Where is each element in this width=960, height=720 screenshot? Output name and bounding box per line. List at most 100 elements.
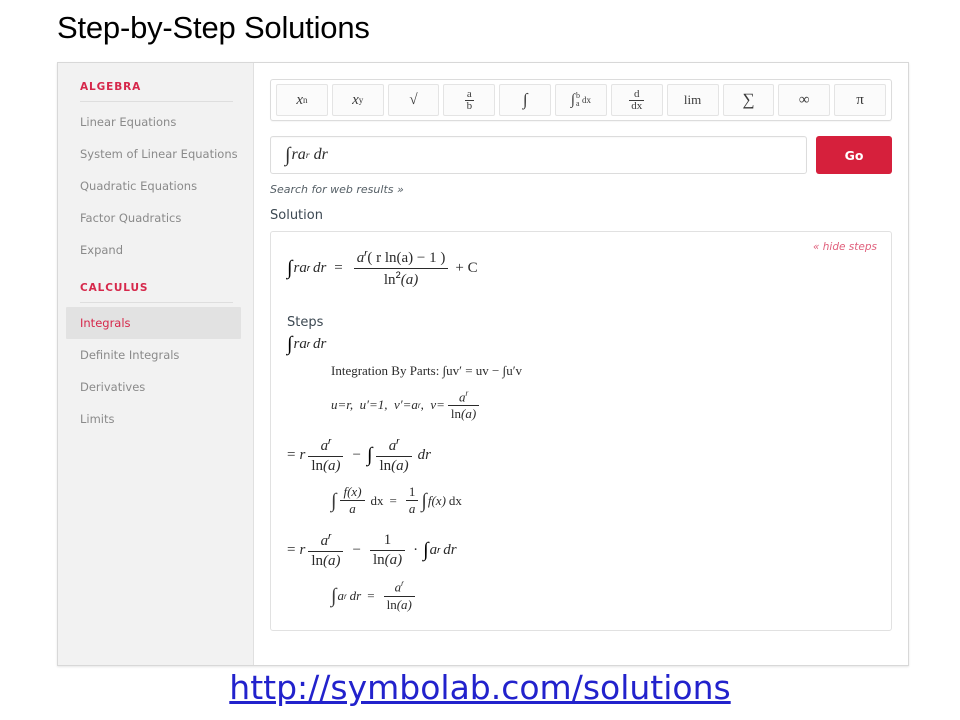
sidebar-item-expand[interactable]: Expand	[58, 234, 253, 266]
integral-glyph: ∫	[287, 333, 293, 356]
solution-panel: « hide steps ∫ ra r dr = ar( r ln(a) − 1 …	[270, 231, 892, 631]
term-exponent: r	[343, 591, 347, 601]
one-over-a: 1 a	[405, 484, 419, 517]
search-web-results-link[interactable]: Search for web results »	[270, 183, 892, 196]
integral-glyph: ∫	[366, 444, 373, 467]
sidebar-item-integrals[interactable]: Integrals	[66, 307, 241, 339]
frac-r: r	[446, 627, 449, 630]
source-url-link[interactable]: http://symbolab.com/solutions	[0, 668, 960, 707]
term-r: r	[299, 446, 306, 463]
integral-glyph: ∫	[331, 585, 337, 607]
sidebar-item-limits[interactable]: Limits	[58, 403, 253, 435]
page-title: Step-by-Step Solutions	[57, 10, 370, 45]
integral-glyph: ∫	[423, 539, 429, 561]
step-after-parts: = r ar ln(a) − ∫ ar ln(a) dr	[287, 436, 877, 475]
solution-result: ∫ ra r dr = ar( r ln(a) − 1 ) ln2(a) + C	[287, 248, 877, 289]
square-root-icon[interactable]: √	[387, 84, 440, 116]
steps-heading: Steps	[287, 314, 324, 330]
main-content: xn xy √ a b ∫ ∫ b a dx d dx lim ∑ ∞ π ∫ …	[254, 63, 908, 665]
slide: Step-by-Step Solutions ALGEBRA Linear Eq…	[0, 0, 960, 720]
search-expression-base: ra	[291, 146, 306, 163]
sidebar-item-factor-quadratics[interactable]: Factor Quadratics	[58, 202, 253, 234]
frac-r: r	[396, 436, 400, 447]
subscript-n-label: n	[302, 95, 308, 105]
a-over-ln-a: ar ln(a)	[308, 627, 343, 630]
integral-glyph: ∫	[421, 489, 427, 512]
result-denominator: ln2(a)	[354, 269, 449, 289]
one-over-ln-a: 1 ln(a)	[370, 628, 405, 630]
frac-a: a	[321, 629, 329, 630]
frac-arg-a: a	[389, 551, 398, 568]
sidebar-item-system-of-linear-equations[interactable]: System of Linear Equations	[58, 138, 253, 170]
equals-sign: =	[389, 492, 397, 508]
search-expression-differential: dr	[313, 146, 328, 163]
infinity-glyph: ∞	[798, 91, 810, 108]
step-note-constant-multiple: ∫ f(x) a dx = 1 a ∫ f(x) dx	[331, 484, 877, 517]
pi-key[interactable]: π	[834, 84, 886, 116]
frac-ln: ln	[379, 457, 392, 474]
frac-ln: ln	[372, 551, 385, 568]
derivative-key[interactable]: d dx	[610, 84, 663, 116]
result-plus-c: + C	[455, 259, 478, 276]
result-den-ln: ln	[383, 271, 396, 288]
subscript-key[interactable]: xn	[276, 84, 328, 116]
integral-glyph: ∫	[522, 90, 528, 109]
step-substituted: = r ar ln(a) − 1 ln(a) · ar ln(a)	[287, 627, 877, 630]
frac-a: a	[349, 501, 356, 517]
sidebar-item-quadratic-equations[interactable]: Quadratic Equations	[58, 170, 253, 202]
fx-term: f(x)	[427, 492, 446, 508]
integral-glyph: ∫	[331, 489, 337, 512]
term-exponent: r	[437, 545, 441, 555]
step-note-uv-assignments: u=r, u′=1, v′=a r, v= ar ln(a)	[331, 389, 877, 422]
sidebar-heading-calculus: CALCULUS	[80, 282, 149, 294]
search-input[interactable]: ∫ ra r dr	[270, 136, 807, 174]
sidebar-item-derivatives[interactable]: Derivatives	[58, 371, 253, 403]
a-over-ln-a: ar ln(a)	[383, 579, 415, 612]
integral-lower-limit: a	[576, 99, 580, 108]
fx-over-a: f(x) a	[340, 484, 365, 517]
sidebar-item-definite-integrals[interactable]: Definite Integrals	[58, 339, 253, 371]
sidebar-heading-algebra: ALGEBRA	[80, 81, 142, 93]
differential-dx: dx	[370, 492, 384, 508]
sum-glyph: ∑	[742, 90, 755, 109]
v-fraction: ar ln(a)	[447, 389, 480, 422]
sidebar-item-linear-equations[interactable]: Linear Equations	[58, 106, 253, 138]
definite-integral-key[interactable]: ∫ b a dx	[555, 84, 607, 116]
symbolab-screenshot: ALGEBRA Linear Equations System of Linea…	[57, 62, 909, 666]
frac-a: a	[320, 532, 329, 549]
step-body: ra	[293, 335, 307, 352]
hide-steps-link[interactable]: « hide steps	[813, 241, 877, 253]
dot-operator: ·	[413, 541, 419, 558]
result-num-rest: ( r ln(a) − 1 )	[367, 250, 446, 266]
pi-glyph: π	[856, 91, 864, 108]
minus-sign: −	[352, 446, 361, 463]
frac-ln: ln	[450, 406, 462, 422]
step-original-integral: ∫ ra r dr	[287, 333, 877, 356]
step-note-integration-by-parts: Integration By Parts: ∫uv′ = uv − ∫u′v	[331, 363, 877, 379]
fraction-key[interactable]: a b	[443, 84, 496, 116]
go-button[interactable]: Go	[816, 136, 892, 174]
step-differential: dr	[312, 335, 327, 352]
fraction-denominator: b	[466, 99, 473, 112]
sidebar-divider	[80, 302, 233, 303]
power-key[interactable]: xy	[331, 84, 384, 116]
limit-key[interactable]: lim	[666, 84, 719, 116]
frac-a: a	[408, 501, 416, 517]
a-over-ln-a: ar ln(a)	[376, 436, 412, 475]
infinity-key[interactable]: ∞	[778, 84, 831, 116]
a-over-ln-a: ar ln(a)	[426, 627, 461, 630]
integral-key[interactable]: ∫	[499, 84, 552, 116]
step-note-exponential-integral: ∫ ar dr = ar ln(a)	[331, 579, 877, 612]
limit-label: lim	[683, 92, 702, 107]
sqrt-glyph: √	[409, 91, 418, 108]
search-expression-exponent: r	[305, 149, 310, 161]
equals-sign: =	[334, 259, 343, 276]
minus-sign: −	[352, 541, 361, 558]
integral-glyph: ∫	[570, 91, 576, 108]
a-over-ln-a: ar ln(a)	[308, 531, 344, 570]
frac-one: 1	[383, 531, 392, 548]
sum-key[interactable]: ∑	[722, 84, 775, 116]
equals-sign: =	[287, 541, 296, 558]
result-fraction: ar( r ln(a) − 1 ) ln2(a)	[353, 248, 449, 289]
frac-r: r	[328, 627, 331, 630]
